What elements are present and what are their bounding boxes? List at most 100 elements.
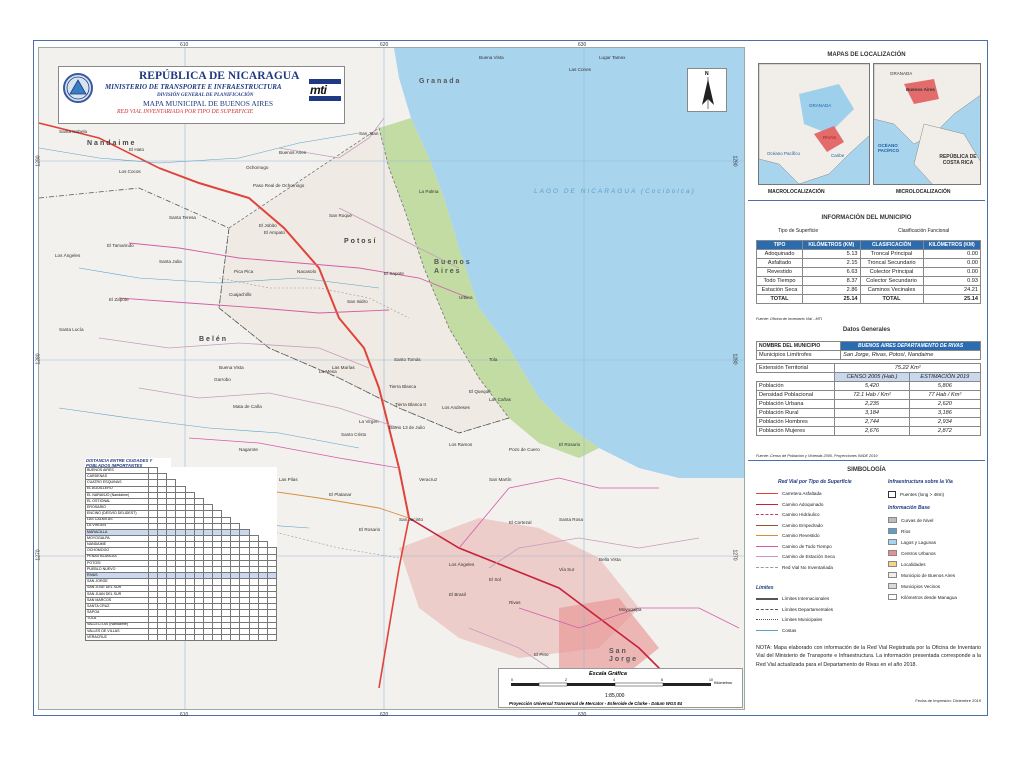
place-label: Veracruz bbox=[419, 477, 438, 482]
distance-cell bbox=[239, 634, 250, 642]
place-label: Los Andreses bbox=[442, 405, 470, 410]
legend-label: Camino Hidráulico bbox=[782, 512, 820, 517]
place-label: Santa Isabela bbox=[59, 129, 88, 134]
legend-limit-item: Límites Internacionales bbox=[756, 596, 829, 601]
legend-label: Lagos y Lagunas bbox=[901, 539, 936, 545]
surface-table-wrap: TIPO KILÓMETROS (KM) CLASIFICACIÓN KILÓMETR… bbox=[755, 240, 981, 304]
legend-label: Carretera Asfaltada bbox=[782, 491, 822, 496]
micro-map-canvas bbox=[874, 64, 980, 184]
legend-base-item: Ríos bbox=[888, 528, 910, 534]
legend-label: Límites Departamentales bbox=[782, 606, 834, 612]
population-cell: 77 Hab / Km² bbox=[908, 390, 982, 400]
surface-cell: Troncal Principal bbox=[859, 249, 924, 259]
scale-tick: 2 bbox=[565, 678, 567, 682]
source-note-2: Fuente: Censo de Población y Vivienda 20… bbox=[756, 454, 878, 458]
legend-label: Camino de Todo Tiempo bbox=[782, 543, 832, 549]
divider bbox=[748, 200, 985, 201]
population-cell: 3,186 bbox=[908, 408, 982, 418]
legend-road-item: Red Vial No Inventariada bbox=[756, 565, 833, 570]
limit-swatch bbox=[756, 608, 778, 610]
distance-cell bbox=[175, 634, 186, 642]
surface-cell: 5.13 bbox=[802, 249, 861, 259]
place-label: El Jobito bbox=[259, 223, 277, 228]
estimate-header: ESTIMACIÓN 2019 bbox=[908, 372, 982, 382]
place-label: Las Cones bbox=[569, 67, 591, 72]
division-title: DIVISIÓN GENERAL DE PLANIFICACIÓN bbox=[157, 93, 254, 98]
th-tipo: TIPO bbox=[755, 240, 804, 250]
legend-road-item: Camino Empedrado bbox=[756, 523, 823, 528]
grid-tick-bottom: 620 bbox=[380, 712, 389, 718]
place-label: Paso Real de Ochomogo bbox=[253, 183, 305, 188]
legend-infra-title: Infraestructura sobre la Vía bbox=[888, 479, 953, 485]
bridge-icon bbox=[888, 491, 896, 498]
place-label: Rivas bbox=[509, 600, 521, 605]
base-swatch bbox=[888, 539, 897, 545]
place-label: Buena Vista bbox=[479, 55, 504, 60]
surface-cell: Adoquinado bbox=[755, 249, 804, 259]
limit-swatch bbox=[756, 629, 778, 631]
road-swatch bbox=[756, 514, 778, 515]
grid-tick-right: 1290 bbox=[731, 155, 738, 167]
micro-label: Buenos Aires bbox=[906, 87, 935, 92]
micro-map[interactable]: GRANADA Buenos Aires OCÉANO PACÍFICO REP… bbox=[873, 63, 981, 185]
main-map[interactable]: Granada Nandaime Potosí Buenos Aires Bel… bbox=[38, 47, 745, 710]
road-swatch bbox=[756, 503, 778, 505]
macro-map[interactable]: GRANADA RIVAS Océano Pacífico Caribe bbox=[758, 63, 870, 185]
legend-limit-item: Costas bbox=[756, 628, 796, 633]
legend-road-item: Camino de Estación Seca bbox=[756, 554, 835, 559]
title-block: REPÚBLICA DE NICARAGUA MINISTERIO DE TRA… bbox=[58, 66, 345, 124]
distance-cell bbox=[211, 634, 223, 642]
place-label: El Zapote bbox=[109, 297, 129, 302]
region-nandaime: Nandaime bbox=[87, 140, 137, 147]
muni-label: NOMBRE DEL MUNICIPIO bbox=[755, 341, 842, 351]
distance-cell bbox=[166, 634, 177, 642]
distance-table: BUENOS AIRES CARDENAS CUATRO ESQUINAS EL AG… bbox=[85, 466, 278, 642]
population-cell: Población Urbana bbox=[755, 399, 836, 409]
surface-cell: 24.21 bbox=[922, 285, 981, 295]
legend-road-item: Camino de Todo Tiempo bbox=[756, 544, 832, 549]
place-label: Vía Sur bbox=[559, 567, 575, 572]
place-label: Santa Teresa bbox=[169, 215, 196, 220]
legend-title: SIMBOLOGÍA bbox=[847, 467, 886, 473]
place-label: Garrobo bbox=[214, 377, 231, 382]
region-belen: Belén bbox=[199, 336, 229, 343]
legend-road-item: Camino Revestido bbox=[756, 533, 820, 538]
surface-cell: 8.37 bbox=[802, 276, 861, 286]
place-label: Santa Lucía bbox=[59, 327, 84, 332]
base-swatch bbox=[888, 561, 897, 567]
place-label: El Brasil bbox=[449, 592, 466, 597]
micro-label: OCÉANO PACÍFICO bbox=[878, 143, 900, 153]
general-table-wrap: NOMBRE DEL MUNICIPIO BUENOS AIRES DEPARTA… bbox=[755, 341, 982, 436]
surface-cell: 0.00 bbox=[922, 258, 981, 268]
legend-label: Curvas de Nivel bbox=[901, 517, 934, 523]
region-granada: Granada bbox=[419, 78, 462, 85]
distance-cell bbox=[193, 634, 204, 642]
census-header: CENSO 2005 (Hab.) bbox=[834, 372, 910, 382]
grid-tick-top: 610 bbox=[180, 42, 189, 48]
population-row: Densidad Poblacional 72.1 Hab / Km² 77 Hab… bbox=[755, 390, 982, 400]
base-swatch bbox=[888, 594, 897, 600]
surface-row: Estación Seca 2.86 Caminos Vecinales 24.21 bbox=[755, 285, 981, 295]
surface-cell: 0.93 bbox=[922, 276, 981, 286]
place-label: Mata de Caña bbox=[233, 404, 262, 409]
surface-cell: 6.63 bbox=[802, 267, 861, 277]
scale-tick: 10 bbox=[709, 678, 713, 682]
surface-cell: Colector Secundario bbox=[859, 276, 924, 286]
legend-base-item: Kilómetros desde Managua bbox=[888, 594, 957, 600]
place-label: Buenos Aires bbox=[279, 150, 307, 155]
population-cell: 2,235 bbox=[834, 399, 910, 409]
legend-base-item: Lagos y Lagunas bbox=[888, 539, 936, 545]
population-cell: 2,872 bbox=[908, 426, 982, 436]
place-label: La Palma bbox=[419, 189, 439, 194]
population-cell: 72.1 Hab / Km² bbox=[834, 390, 910, 400]
legend-label: Camino Adoquinado bbox=[782, 501, 824, 507]
surface-title: Tipo de Superficie bbox=[778, 228, 819, 234]
population-cell: 3,184 bbox=[834, 408, 910, 418]
surface-cell: Caminos Vecinales bbox=[859, 285, 924, 295]
place-label: La Virgen bbox=[359, 419, 379, 424]
population-cell: 2,744 bbox=[834, 417, 910, 427]
legend-label: Camino Revestido bbox=[782, 533, 820, 538]
legend-label: Centros Urbanos bbox=[901, 550, 936, 556]
population-cell: Población bbox=[755, 381, 836, 391]
surface-cell: Estación Seca bbox=[755, 285, 804, 295]
